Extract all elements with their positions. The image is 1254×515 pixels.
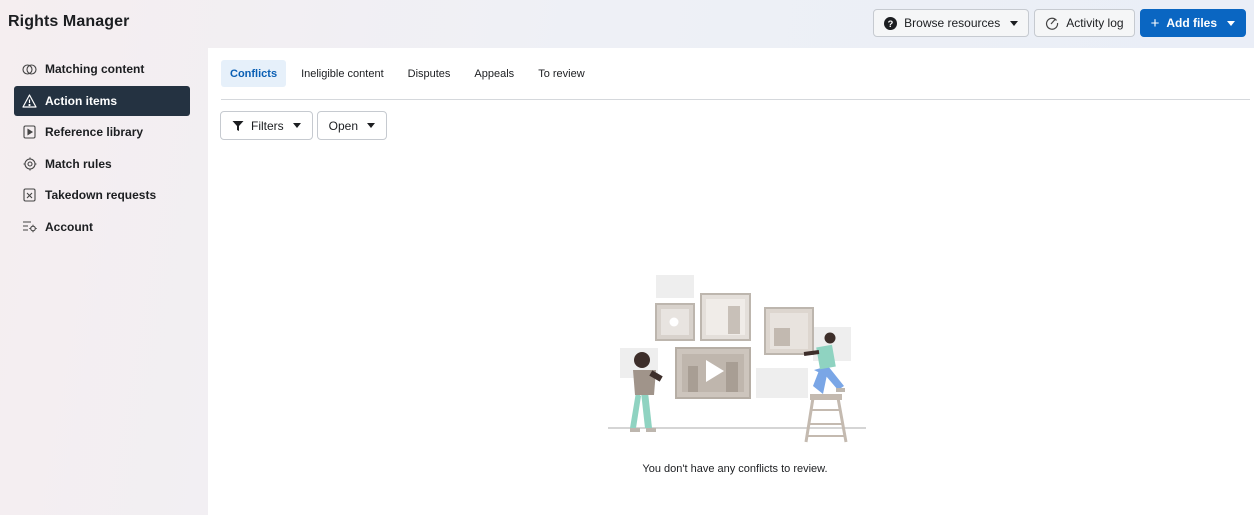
tab-to-review[interactable]: To review xyxy=(529,60,593,87)
top-actions: ? Browse resources Activity log + Add fi… xyxy=(873,9,1246,37)
status-label: Open xyxy=(328,118,359,133)
chevron-down-icon xyxy=(1010,20,1019,26)
tab-disputes[interactable]: Disputes xyxy=(399,60,460,87)
empty-state-message: You don't have any conflicts to review. xyxy=(642,463,828,475)
sidebar-item-reference-library[interactable]: Reference library xyxy=(14,117,190,147)
matching-content-icon xyxy=(22,62,37,77)
filters-button[interactable]: Filters xyxy=(220,111,313,140)
svg-text:?: ? xyxy=(888,18,894,28)
account-settings-icon xyxy=(22,219,37,234)
sidebar-item-label: Action items xyxy=(45,93,118,108)
help-icon: ? xyxy=(884,16,898,30)
tab-appeals[interactable]: Appeals xyxy=(465,60,523,87)
sidebar-item-label: Account xyxy=(45,219,93,234)
filter-bar: Filters Open xyxy=(220,111,388,140)
sidebar-item-label: Match rules xyxy=(45,156,112,171)
browse-resources-label: Browse resources xyxy=(904,16,1001,30)
empty-state-illustration xyxy=(608,270,868,450)
sidebar-item-label: Reference library xyxy=(45,125,144,139)
sidebar-item-label: Takedown requests xyxy=(45,188,157,202)
sidebar-item-match-rules[interactable]: Match rules xyxy=(14,149,190,179)
add-files-button[interactable]: + Add files xyxy=(1139,9,1246,37)
takedown-icon xyxy=(22,188,37,203)
match-rules-icon xyxy=(22,156,37,171)
tab-divider xyxy=(221,99,1250,100)
chevron-down-icon xyxy=(1227,20,1235,26)
sidebar-item-account[interactable]: Account xyxy=(14,212,190,242)
tab-ineligible-content[interactable]: Ineligible content xyxy=(292,60,393,87)
sidebar-item-label: Matching content xyxy=(45,62,145,76)
warning-triangle-icon xyxy=(22,93,37,108)
tab-bar: Conflicts Ineligible content Disputes Ap… xyxy=(221,60,594,87)
activity-log-icon xyxy=(1045,16,1059,30)
chevron-down-icon xyxy=(367,123,376,128)
status-dropdown[interactable]: Open xyxy=(316,111,388,140)
filters-label: Filters xyxy=(251,118,284,133)
filter-icon xyxy=(232,120,244,132)
chevron-down-icon xyxy=(292,123,301,128)
main-panel: Conflicts Ineligible content Disputes Ap… xyxy=(208,48,1254,515)
activity-log-button[interactable]: Activity log xyxy=(1034,9,1135,37)
tab-conflicts[interactable]: Conflicts xyxy=(221,60,287,87)
activity-log-label: Activity log xyxy=(1066,16,1124,30)
reference-library-icon xyxy=(22,125,37,140)
plus-icon: + xyxy=(1150,14,1160,32)
add-files-label: Add files xyxy=(1166,16,1217,30)
sidebar-item-action-items[interactable]: Action items xyxy=(14,85,190,116)
browse-resources-button[interactable]: ? Browse resources xyxy=(873,9,1030,37)
sidebar-item-matching-content[interactable]: Matching content xyxy=(14,54,190,84)
app-title: Rights Manager xyxy=(8,13,130,30)
sidebar-nav: Matching content Action items Reference … xyxy=(14,54,190,243)
sidebar-item-takedown-requests[interactable]: Takedown requests xyxy=(14,180,190,210)
